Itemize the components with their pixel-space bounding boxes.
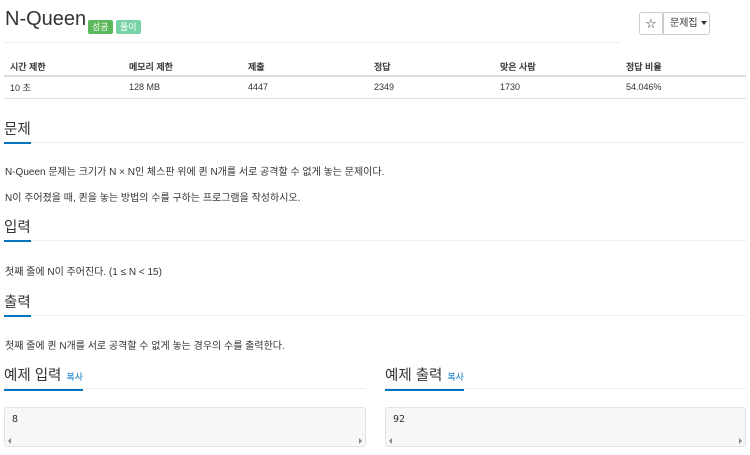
sample-input-box[interactable]: 8 bbox=[4, 407, 366, 447]
sample-output-header: 예제 출력 복사 bbox=[385, 367, 746, 391]
success-badge[interactable]: 성공 bbox=[88, 20, 113, 34]
solve-badge[interactable]: 풀이 bbox=[116, 20, 141, 34]
cell-memory-limit: 128 MB bbox=[123, 76, 242, 99]
header-accepted: 정답 bbox=[368, 58, 494, 77]
scroll-left-icon[interactable] bbox=[389, 438, 392, 444]
problem-section-header: 문제 bbox=[4, 121, 746, 144]
table-header-row: 시간 제한 메모리 제한 제출 정답 맞은 사람 정답 비율 bbox=[4, 58, 746, 77]
sample-input-title: 예제 입력 bbox=[4, 368, 62, 384]
input-description: 첫째 줄에 N이 주어진다. (1 ≤ N < 15) bbox=[5, 267, 162, 278]
output-description: 첫째 줄에 퀸 N개를 서로 공격할 수 없게 놓는 경우의 수를 출력한다. bbox=[5, 341, 285, 352]
horizontal-scrollbar[interactable] bbox=[387, 436, 744, 445]
cell-accepted: 2349 bbox=[368, 76, 494, 99]
caret-down-icon bbox=[701, 21, 708, 26]
scroll-left-icon[interactable] bbox=[8, 438, 11, 444]
output-section-header: 출력 bbox=[4, 294, 746, 317]
header-solvers: 맞은 사람 bbox=[494, 58, 620, 77]
header-submissions: 제출 bbox=[242, 58, 368, 77]
horizontal-scrollbar[interactable] bbox=[6, 436, 364, 445]
copy-sample-input-link[interactable]: 복사 bbox=[66, 372, 83, 382]
problem-description-line-2: N이 주어졌을 때, 퀸을 놓는 방법의 수를 구하는 프로그램을 작성하시오. bbox=[5, 193, 301, 204]
star-icon: ☆ bbox=[645, 16, 657, 31]
header-ratio: 정답 비율 bbox=[620, 58, 746, 77]
table-row: 10 초 128 MB 4447 2349 1730 54.046% bbox=[4, 76, 746, 99]
cell-solvers: 1730 bbox=[494, 76, 620, 99]
sample-input-value: 8 bbox=[12, 414, 19, 425]
output-heading: 출력 bbox=[4, 295, 31, 317]
sample-output-value: 92 bbox=[393, 414, 406, 425]
input-heading: 입력 bbox=[4, 220, 31, 242]
sample-input-heading: 예제 입력 복사 bbox=[4, 368, 83, 391]
page-title: N-Queen bbox=[5, 8, 87, 30]
title-row: N-Queen 성공 풀이 bbox=[4, 6, 620, 43]
scroll-right-icon[interactable] bbox=[739, 438, 742, 444]
sample-output-title: 예제 출력 bbox=[385, 368, 443, 384]
input-section-header: 입력 bbox=[4, 219, 746, 242]
sample-output-heading: 예제 출력 복사 bbox=[385, 368, 464, 391]
problem-heading: 문제 bbox=[4, 122, 31, 144]
problem-description-line-1: N-Queen 문제는 크기가 N × N인 체스판 위에 퀸 N개를 서로 공… bbox=[5, 167, 385, 178]
star-button[interactable]: ☆ bbox=[639, 12, 663, 35]
cell-time-limit: 10 초 bbox=[4, 76, 123, 99]
problem-info-table: 시간 제한 메모리 제한 제출 정답 맞은 사람 정답 비율 10 초 128 … bbox=[4, 58, 746, 99]
cell-submissions: 4447 bbox=[242, 76, 368, 99]
scroll-right-icon[interactable] bbox=[359, 438, 362, 444]
copy-sample-output-link[interactable]: 복사 bbox=[447, 372, 464, 382]
header-memory-limit: 메모리 제한 bbox=[123, 58, 242, 77]
problem-set-label: 문제집 bbox=[670, 18, 698, 29]
header-time-limit: 시간 제한 bbox=[4, 58, 123, 77]
cell-ratio: 54.046% bbox=[620, 76, 746, 99]
problem-set-dropdown[interactable]: 문제집 bbox=[663, 12, 710, 35]
sample-output-box[interactable]: 92 bbox=[385, 407, 746, 447]
sample-input-header: 예제 입력 복사 bbox=[4, 367, 366, 391]
